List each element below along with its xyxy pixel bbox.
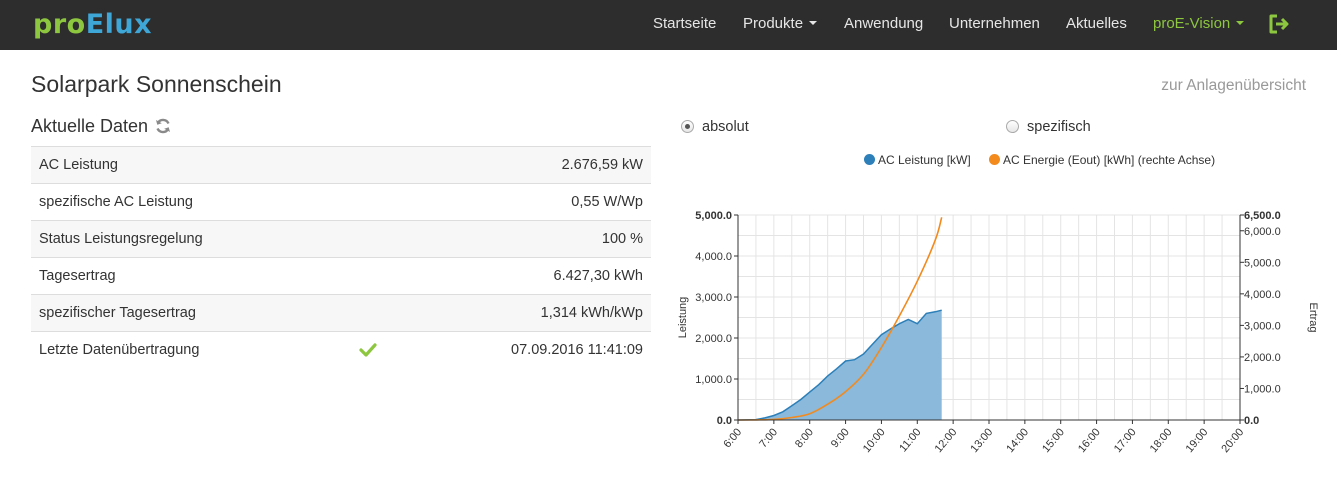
nav-item-unternehmen[interactable]: Unternehmen <box>949 15 1040 33</box>
table-row: Tagesertrag 6.427,30 kWh <box>31 257 651 295</box>
row-value: 07.09.2016 11:41:09 <box>398 331 651 369</box>
row-value: 2.676,59 kW <box>398 146 651 184</box>
radio-label: absolut <box>702 119 749 135</box>
brand-logo-part1: pro <box>33 9 86 40</box>
legend-item-ac-leistung[interactable]: AC Leistung [kW] <box>864 153 971 167</box>
nav-item-proe-vision[interactable]: proE-Vision <box>1153 15 1245 33</box>
y-tick-label-right: 5,000.0 <box>1244 257 1281 269</box>
radio-spezifisch[interactable]: spezifisch <box>1006 119 1091 135</box>
row-label: Letzte Datenübertragung <box>31 331 339 369</box>
x-tick-label: 9:00 <box>829 426 852 450</box>
table-row: spezifische AC Leistung 0,55 W/Wp <box>31 183 651 221</box>
nav-item-aktuelles[interactable]: Aktuelles <box>1066 15 1127 33</box>
y-tick-label-left: 0.0 <box>717 415 732 427</box>
nav-item-label: proE-Vision <box>1153 15 1231 32</box>
table-row: Status Leistungsregelung 100 % <box>31 220 651 258</box>
x-tick-label: 10:00 <box>861 426 888 455</box>
x-tick-label: 20:00 <box>1219 426 1246 455</box>
x-tick-label: 16:00 <box>1076 426 1103 455</box>
nav-item-label: Startseite <box>653 15 717 32</box>
y-tick-label-left: 3,000.0 <box>695 292 732 304</box>
table-row: AC Leistung 2.676,59 kW <box>31 146 651 184</box>
radio-label: spezifisch <box>1027 119 1091 135</box>
legend-item-ac-energie[interactable]: AC Energie (Eout) [kWh] (rechte Achse) <box>989 153 1215 167</box>
legend-swatch <box>864 154 875 165</box>
row-label: Status Leistungsregelung <box>31 220 339 258</box>
radio-checked-icon <box>681 120 694 133</box>
y-tick-label-left: 2,000.0 <box>695 333 732 345</box>
power-energy-chart: 0.0 1,000.0 2,000.0 3,000.0 4,000.0 5,000.0 0.… <box>677 210 1319 455</box>
row-value: 6.427,30 kWh <box>398 257 651 295</box>
x-tick-label: 7:00 <box>757 426 780 450</box>
y-tick-label-left: 1,000.0 <box>695 374 732 386</box>
x-tick-label: 8:00 <box>793 426 816 450</box>
row-label: spezifischer Tagesertrag <box>31 294 339 332</box>
nav-item-startseite[interactable]: Startseite <box>653 15 716 33</box>
y-tick-label-left: 5,000.0 <box>695 210 732 222</box>
y-tick-label-right: 2,000.0 <box>1244 352 1281 364</box>
y-tick-label-right: 0.0 <box>1244 415 1259 427</box>
row-label: AC Leistung <box>31 146 339 184</box>
brand-logo[interactable]: proElux <box>33 9 152 41</box>
caret-down-icon <box>1236 21 1245 26</box>
overview-link[interactable]: zur Anlagenübersicht <box>1161 77 1306 95</box>
caret-down-icon <box>809 21 818 26</box>
legend-swatch <box>989 154 1000 165</box>
legend-label: AC Energie (Eout) [kWh] (rechte Achse) <box>1003 153 1216 167</box>
x-tick-label: 15:00 <box>1040 426 1067 455</box>
row-value: 1,314 kWh/kWp <box>398 294 651 332</box>
nav-item-label: Produkte <box>743 15 804 32</box>
nav-item-label: Aktuelles <box>1066 15 1127 32</box>
nav-item-anwendung[interactable]: Anwendung <box>844 15 923 33</box>
radio-unchecked-icon <box>1006 120 1019 133</box>
check-icon <box>359 343 377 358</box>
x-tick-label: 17:00 <box>1112 426 1139 455</box>
y-tick-label-right: 1,000.0 <box>1244 383 1281 395</box>
logout-icon[interactable] <box>1268 14 1290 34</box>
x-tick-label: 12:00 <box>933 426 960 455</box>
x-tick-label: 6:00 <box>721 426 744 450</box>
row-label: spezifische AC Leistung <box>31 183 339 221</box>
page-title: Solarpark Sonnenschein <box>31 71 282 97</box>
legend-label: AC Leistung [kW] <box>878 153 971 167</box>
x-tick-label: 13:00 <box>968 426 995 455</box>
current-data-table: AC Leistung 2.676,59 kW spezifische AC L… <box>31 146 651 369</box>
row-value: 0,55 W/Wp <box>398 183 651 221</box>
row-value: 100 % <box>398 220 651 258</box>
table-row: Letzte Datenübertragung 07.09.2016 11:41… <box>31 331 651 369</box>
x-tick-label: 11:00 <box>897 426 923 454</box>
y-axis-title-left: Leistung <box>677 297 689 339</box>
x-tick-label: 14:00 <box>1004 426 1031 455</box>
row-label: Tagesertrag <box>31 257 339 295</box>
radio-absolut[interactable]: absolut <box>681 119 749 135</box>
y-tick-label-right: 4,000.0 <box>1244 289 1281 301</box>
brand-logo-part2: Elux <box>85 9 153 40</box>
y-tick-label-left: 4,000.0 <box>695 251 732 263</box>
nav-item-produkte[interactable]: Produkte <box>743 15 818 33</box>
y-tick-label-right: 6,000.0 <box>1244 226 1281 238</box>
x-tick-label: 19:00 <box>1184 426 1211 455</box>
y-tick-label-right: 3,000.0 <box>1244 320 1281 332</box>
nav-item-label: Anwendung <box>844 15 924 32</box>
top-navbar: proElux Startseite Produkte Anwendung Un… <box>0 0 1337 50</box>
table-row: spezifischer Tagesertrag 1,314 kWh/kWp <box>31 294 651 332</box>
section-title: Aktuelle Daten <box>31 116 149 136</box>
nav-item-label: Unternehmen <box>949 15 1040 32</box>
refresh-icon[interactable] <box>154 117 172 135</box>
y-axis-title-right: Ertrag <box>1307 303 1319 333</box>
y-tick-label-right: 6,500.0 <box>1244 210 1281 222</box>
x-tick-label: 18:00 <box>1148 426 1175 455</box>
